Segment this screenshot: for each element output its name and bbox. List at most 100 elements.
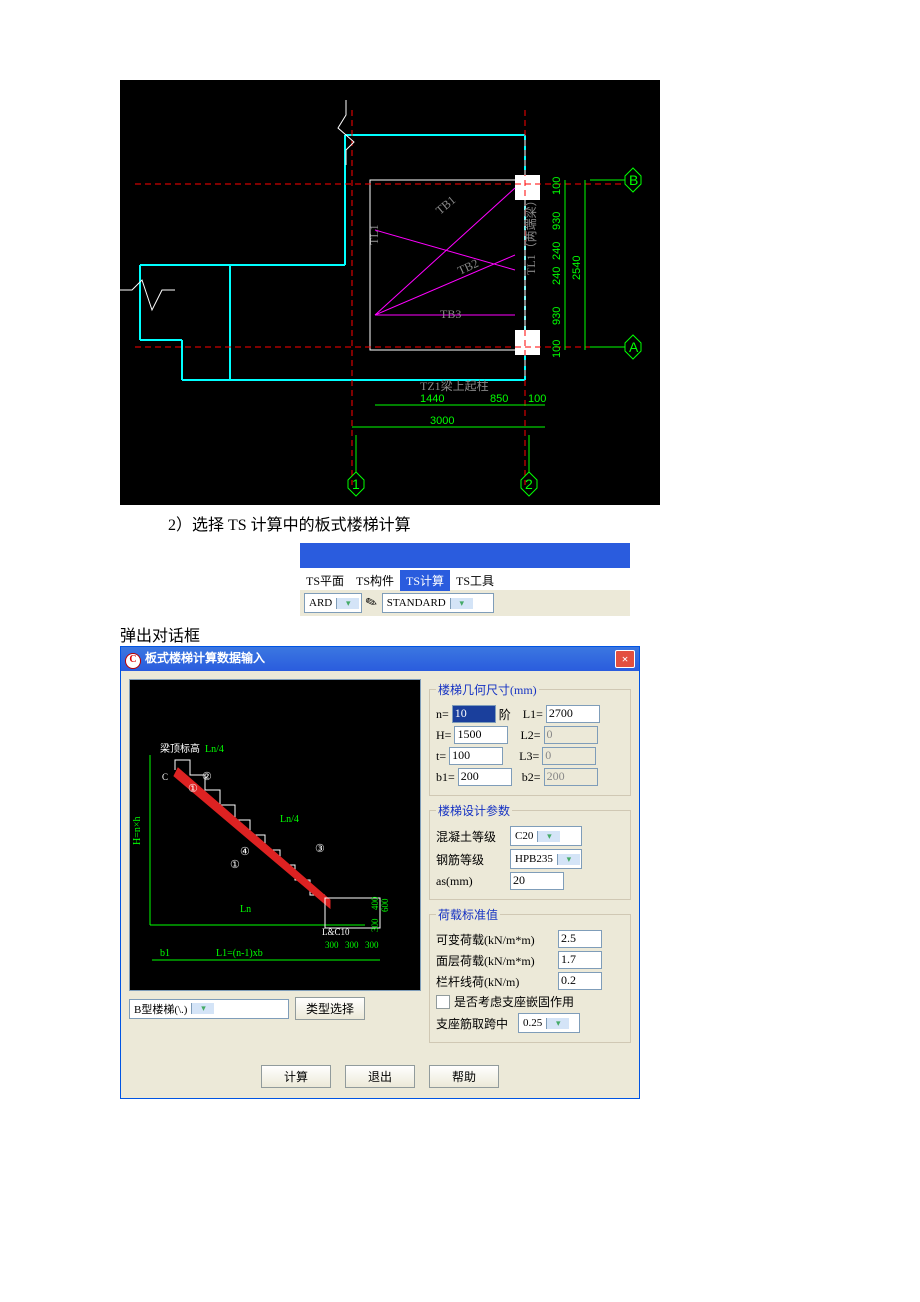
svg-text:C: C bbox=[162, 772, 168, 782]
chevron-down-icon: ▾ bbox=[557, 854, 580, 865]
type-select-button[interactable]: 类型选择 bbox=[295, 997, 365, 1020]
svg-text:TL1: TL1 bbox=[367, 224, 381, 245]
calc-button[interactable]: 计算 bbox=[261, 1065, 331, 1088]
surface-load-label: 面层荷载(kN/m*m) bbox=[436, 952, 554, 969]
load-group: 荷载标准值 可变荷载(kN/m*m)2.5 面层荷载(kN/m*m)1.7 栏杆… bbox=[429, 906, 631, 1043]
svg-text:H=n×h: H=n×h bbox=[132, 816, 143, 845]
svg-text:240: 240 bbox=[551, 267, 563, 285]
svg-text:①: ① bbox=[230, 859, 240, 871]
design-legend: 楼梯设计参数 bbox=[436, 802, 512, 819]
dialog-titlebar: C 板式楼梯计算数据输入 × bbox=[121, 647, 639, 671]
svg-text:TZ1梁上起柱: TZ1梁上起柱 bbox=[420, 378, 489, 393]
svg-text:梁顶标高: 梁顶标高 bbox=[160, 742, 200, 755]
n-label: n= bbox=[436, 707, 449, 722]
L2-input: 0 bbox=[544, 726, 598, 744]
ts-toolbar-strip: TS平面 TS构件 TS计算 TS工具 ARD▾ ✎ STANDARD▾ bbox=[300, 543, 630, 616]
svg-text:240: 240 bbox=[551, 242, 563, 260]
stair-calc-dialog: C 板式楼梯计算数据输入 × bbox=[120, 646, 640, 1099]
svg-text:100: 100 bbox=[551, 340, 563, 358]
svg-text:TB1: TB1 bbox=[433, 193, 458, 217]
surface-load-input[interactable]: 1.7 bbox=[558, 951, 602, 969]
svg-text:100: 100 bbox=[551, 177, 563, 195]
exit-button[interactable]: 退出 bbox=[345, 1065, 415, 1088]
cad-floor-plan: TL1 TB1 TB2 TB3 TL1（两端梁） TZ1梁上起柱 1440 85… bbox=[120, 80, 660, 505]
geometry-legend: 楼梯几何尺寸(mm) bbox=[436, 681, 539, 698]
svg-text:3000: 3000 bbox=[430, 415, 454, 427]
svg-text:TL1（两端梁）: TL1（两端梁） bbox=[523, 194, 538, 275]
app-icon: C bbox=[125, 653, 141, 669]
concrete-dropdown[interactable]: C20▾ bbox=[510, 826, 582, 846]
dialog-title-text: 板式楼梯计算数据输入 bbox=[145, 651, 265, 665]
style-dropdown-2[interactable]: STANDARD▾ bbox=[382, 593, 494, 613]
design-group: 楼梯设计参数 混凝土等级C20▾ 钢筋等级HPB235▾ as(mm)20 bbox=[429, 802, 631, 900]
step2-caption: 2）选择 TS 计算中的板式楼梯计算 bbox=[168, 511, 920, 535]
rail-load-label: 栏杆线荷(kN/m) bbox=[436, 973, 554, 990]
stair-type-dropdown[interactable]: B型楼梯(\.)▾ bbox=[129, 999, 289, 1019]
H-input[interactable]: 1500 bbox=[454, 726, 508, 744]
b2-input: 200 bbox=[544, 768, 598, 786]
svg-text:2: 2 bbox=[525, 476, 533, 492]
svg-text:①: ① bbox=[188, 783, 198, 795]
geometry-group: 楼梯几何尺寸(mm) n=10阶 L1=2700 H=1500 L2=0 t=1… bbox=[429, 681, 631, 796]
rebar-label: 钢筋等级 bbox=[436, 851, 506, 868]
t-input[interactable]: 100 bbox=[449, 747, 503, 765]
L3-label: L3= bbox=[519, 749, 539, 764]
svg-text:b1: b1 bbox=[160, 948, 170, 959]
svg-text:300: 300 bbox=[365, 940, 379, 950]
svg-text:1: 1 bbox=[352, 476, 360, 492]
svg-text:400: 400 bbox=[370, 896, 380, 910]
help-button[interactable]: 帮助 bbox=[429, 1065, 499, 1088]
popup-caption: 弹出对话框 bbox=[120, 622, 920, 646]
jie-label: 阶 bbox=[499, 706, 511, 723]
chevron-down-icon: ▾ bbox=[336, 598, 359, 609]
stair-preview: 梁顶标高 Ln/4 Ln/4 C ② ① ④ ③ ① H=n×h Ln b1 L… bbox=[129, 679, 421, 991]
svg-text:930: 930 bbox=[551, 212, 563, 230]
svg-text:Ln/4: Ln/4 bbox=[280, 814, 299, 825]
svg-text:1440: 1440 bbox=[420, 393, 444, 405]
svg-text:②: ② bbox=[202, 771, 212, 783]
t-label: t= bbox=[436, 749, 446, 764]
mid-ratio-dropdown[interactable]: 0.25▾ bbox=[518, 1013, 580, 1033]
rebar-dropdown[interactable]: HPB235▾ bbox=[510, 849, 582, 869]
svg-text:③: ③ bbox=[315, 843, 325, 855]
svg-text:L1=(n-1)xb: L1=(n-1)xb bbox=[216, 948, 263, 959]
svg-text:TB3: TB3 bbox=[440, 307, 461, 321]
tab-calc[interactable]: TS计算 bbox=[400, 570, 450, 591]
svg-text:B: B bbox=[629, 172, 638, 188]
fixed-support-checkbox[interactable] bbox=[436, 995, 450, 1009]
svg-text:300: 300 bbox=[370, 918, 380, 932]
svg-text:④: ④ bbox=[240, 846, 250, 858]
svg-text:300: 300 bbox=[325, 940, 339, 950]
close-button[interactable]: × bbox=[615, 650, 635, 668]
fixed-support-label: 是否考虑支座嵌固作用 bbox=[454, 993, 574, 1010]
chevron-down-icon: ▾ bbox=[546, 1018, 569, 1029]
svg-text:Ln/4: Ln/4 bbox=[205, 744, 224, 755]
svg-text:850: 850 bbox=[490, 393, 508, 405]
concrete-label: 混凝土等级 bbox=[436, 828, 506, 845]
as-input[interactable]: 20 bbox=[510, 872, 564, 890]
tab-tool[interactable]: TS工具 bbox=[450, 570, 500, 591]
style-dropdown-1[interactable]: ARD▾ bbox=[304, 593, 362, 613]
chevron-down-icon: ▾ bbox=[191, 1003, 214, 1014]
pencil-icon[interactable]: ✎ bbox=[363, 593, 380, 613]
svg-text:100: 100 bbox=[528, 393, 546, 405]
svg-text:A: A bbox=[629, 339, 639, 355]
svg-text:930: 930 bbox=[551, 307, 563, 325]
live-load-input[interactable]: 2.5 bbox=[558, 930, 602, 948]
L1-input[interactable]: 2700 bbox=[546, 705, 600, 723]
b2-label: b2= bbox=[522, 770, 541, 785]
tab-plane[interactable]: TS平面 bbox=[300, 570, 350, 591]
rail-load-input[interactable]: 0.2 bbox=[558, 972, 602, 990]
n-input[interactable]: 10 bbox=[452, 705, 496, 723]
b1-label: b1= bbox=[436, 770, 455, 785]
svg-text:Ln: Ln bbox=[240, 904, 251, 915]
tab-component[interactable]: TS构件 bbox=[350, 570, 400, 591]
L2-label: L2= bbox=[520, 728, 540, 743]
b1-input[interactable]: 200 bbox=[458, 768, 512, 786]
svg-text:2540: 2540 bbox=[571, 256, 583, 280]
svg-text:600: 600 bbox=[380, 898, 390, 912]
live-load-label: 可变荷载(kN/m*m) bbox=[436, 931, 554, 948]
svg-text:300: 300 bbox=[345, 940, 359, 950]
H-label: H= bbox=[436, 728, 451, 743]
svg-text:L&C10: L&C10 bbox=[322, 927, 350, 937]
